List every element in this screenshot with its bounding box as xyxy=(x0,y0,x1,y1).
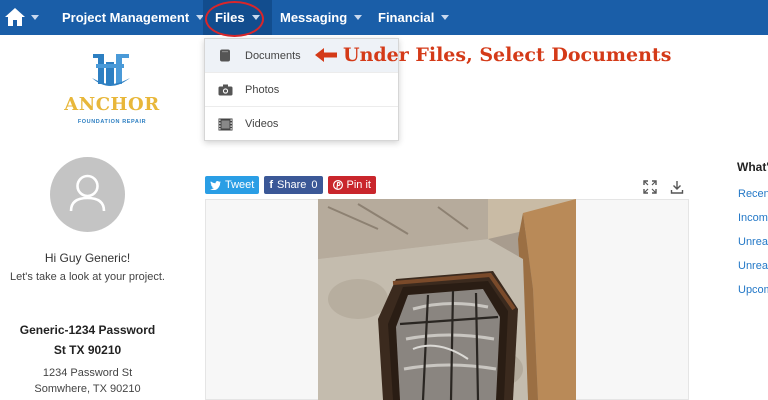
greeting-subtext: Let's take a look at your project. xyxy=(10,271,165,283)
right-panel-link-1[interactable]: Recen xyxy=(738,188,768,200)
pinterest-button[interactable]: Pin it xyxy=(327,176,376,194)
nav-messaging[interactable]: Messaging xyxy=(280,0,363,35)
document-icon xyxy=(217,49,233,63)
menu-item-documents-label: Documents xyxy=(245,49,301,62)
logo-tagline: FOUNDATION REPAIR xyxy=(77,119,147,125)
facebook-share-label: Share xyxy=(277,179,307,191)
avatar xyxy=(50,157,125,232)
greeting-text: Hi Guy Generic! xyxy=(44,251,131,265)
download-icon[interactable] xyxy=(670,180,684,194)
camera-icon xyxy=(217,83,233,97)
address-line1: 1234 Password St xyxy=(42,367,133,379)
menu-item-videos-label: Videos xyxy=(245,118,279,130)
project-name-line1: Generic-1234 Password xyxy=(19,323,156,337)
facebook-icon: f xyxy=(269,179,274,191)
company-logo: ANCHOR FOUNDATION REPAIR xyxy=(62,50,162,130)
project-address: 1234 Password St Somwhere, TX 90210 xyxy=(5,365,170,397)
instruction-annotation: Under Files, Select Documents xyxy=(315,40,671,70)
nav-project-management-label: Project Management xyxy=(62,10,190,25)
tweet-label: Tweet xyxy=(225,179,255,191)
chevron-down-icon xyxy=(441,15,450,20)
nav-financial[interactable]: Financial xyxy=(378,0,450,35)
facebook-share-count: 0 xyxy=(311,179,318,191)
project-photo[interactable] xyxy=(318,199,576,400)
menu-item-videos[interactable]: Videos xyxy=(205,107,398,141)
menu-item-photos-label: Photos xyxy=(245,83,280,96)
user-icon xyxy=(69,174,106,212)
right-panel-title: What's xyxy=(737,160,768,174)
arrow-left-icon xyxy=(315,48,337,62)
tweet-button[interactable]: Tweet xyxy=(205,176,260,194)
nav-financial-label: Financial xyxy=(378,10,435,25)
right-panel-link-3[interactable]: Unrea xyxy=(738,236,768,248)
logo-wordmark: ANCHOR xyxy=(64,94,160,115)
instruction-text: Under Files, Select Documents xyxy=(343,44,672,66)
nav-project-management[interactable]: Project Management xyxy=(62,0,205,35)
address-line2: Somwhere, TX 90210 xyxy=(34,383,141,395)
right-panel-link-5[interactable]: Upcom xyxy=(738,284,768,296)
home-icon xyxy=(5,8,25,26)
pinterest-label: Pin it xyxy=(346,179,371,191)
film-icon xyxy=(217,117,233,131)
top-navigation-bar: Project Management Files Messaging Finan… xyxy=(0,0,768,35)
right-panel-link-4[interactable]: Unrea xyxy=(738,260,768,272)
project-name: Generic-1234 Password St TX 90210 xyxy=(5,320,170,360)
facebook-share-button[interactable]: f Share 0 xyxy=(264,176,323,194)
anchor-logo-icon xyxy=(92,54,130,86)
twitter-icon xyxy=(210,180,221,190)
pinterest-icon xyxy=(332,180,343,190)
project-name-line2: St TX 90210 xyxy=(53,343,122,357)
right-panel-link-2[interactable]: Incomp xyxy=(738,212,768,224)
chevron-down-icon xyxy=(354,15,363,20)
chevron-down-icon xyxy=(31,14,39,20)
foundation-repair-photo xyxy=(318,199,576,400)
home-menu[interactable] xyxy=(4,5,39,29)
files-highlight-circle xyxy=(205,1,264,37)
expand-icon[interactable] xyxy=(643,180,657,194)
menu-item-photos[interactable]: Photos xyxy=(205,73,398,107)
share-buttons: Tweet f Share 0 Pin it xyxy=(205,176,376,194)
nav-messaging-label: Messaging xyxy=(280,10,348,25)
